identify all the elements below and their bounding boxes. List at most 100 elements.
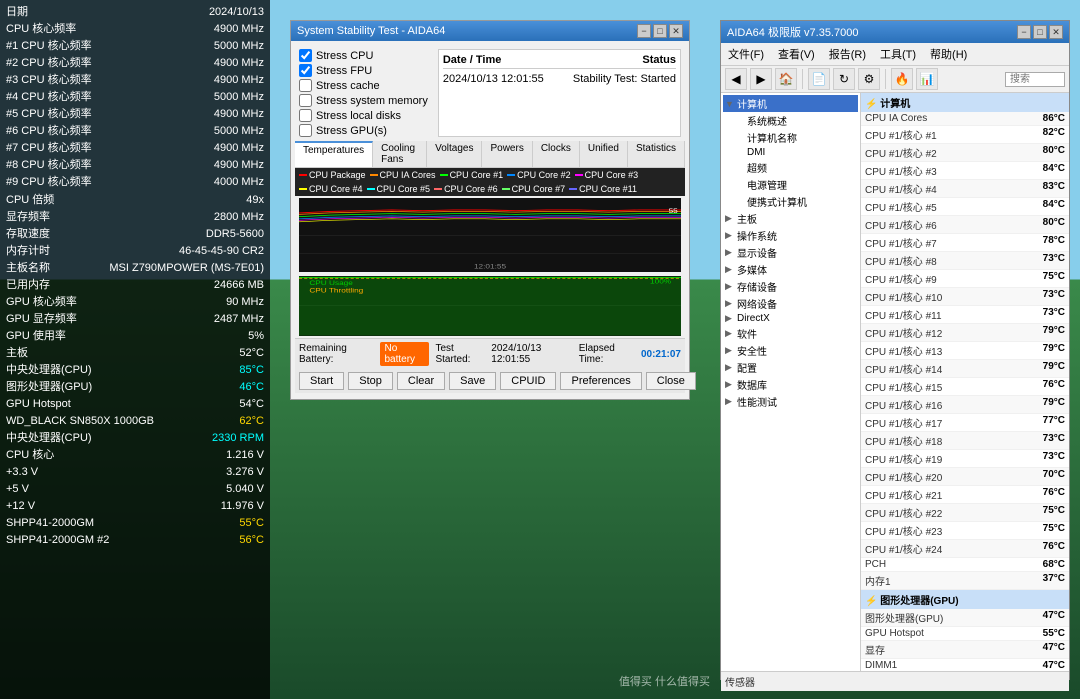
stress-checkbox[interactable] [299,79,312,92]
tree-item[interactable]: ▶多媒体 [723,261,858,278]
stress-option[interactable]: Stress FPU [299,64,428,77]
tree-expand-icon[interactable]: ▶ [725,345,735,356]
tree-expand-icon[interactable]: ▶ [725,247,735,258]
menu-item[interactable]: 报告(R) [826,45,869,63]
preferences-button[interactable]: Preferences [560,372,641,390]
toolbar-report-btn[interactable]: 📄 [808,68,830,90]
legend-label: CPU Core #6 [444,184,498,194]
save-button[interactable]: Save [449,372,496,390]
chart-tabs[interactable]: TemperaturesCooling FansVoltagesPowersCl… [295,141,685,168]
tree-expand-icon[interactable]: ▶ [725,298,735,309]
tree-item[interactable]: ▶软件 [723,325,858,342]
aida-minimize-button[interactable]: − [1017,25,1031,39]
aida-detail-row: CPU #1/核心 #384°C [861,162,1069,180]
tree-expand-icon[interactable]: ▶ [725,230,735,241]
chart-tab[interactable]: Clocks [533,141,580,167]
aida64-toolbar[interactable]: ◀ ▶ 🏠 📄 ↻ ⚙ 🔥 📊 [721,66,1069,93]
stress-option[interactable]: Stress CPU [299,49,428,62]
tree-expand-icon[interactable]: ▶ [725,362,735,373]
row-label: 中央处理器(CPU) [6,430,92,447]
tree-expand-icon[interactable]: ▶ [725,396,735,407]
stress-option[interactable]: Stress GPU(s) [299,124,428,137]
toolbar-forward-btn[interactable]: ▶ [750,68,772,90]
tree-item[interactable]: ▼计算机 [723,95,858,112]
tree-item[interactable]: 电源管理 [723,176,858,193]
toolbar-sensor-btn[interactable]: 📊 [916,68,938,90]
aida64-tree[interactable]: ▼计算机系统概述计算机名称DMI超频电源管理便携式计算机▶主板▶操作系统▶显示设… [721,93,861,671]
search-input[interactable] [1005,72,1065,87]
detail-name: CPU #1/核心 #13 [865,343,942,358]
chart-tab[interactable]: Cooling Fans [373,141,427,167]
chart-tab[interactable]: Temperatures [295,141,373,167]
menu-item[interactable]: 查看(V) [775,45,818,63]
stop-button[interactable]: Stop [348,372,393,390]
tree-expand-icon[interactable]: ▶ [725,379,735,390]
legend-color [299,188,307,190]
menu-item[interactable]: 工具(T) [877,45,919,63]
stress-option[interactable]: Stress system memory [299,94,428,107]
tree-item[interactable]: 系统概述 [723,112,858,129]
close-button[interactable]: Close [646,372,696,390]
close-button[interactable]: ✕ [669,24,683,38]
aida64-menubar[interactable]: 文件(F) 查看(V) 报告(R) 工具(T) 帮助(H) [721,43,1069,66]
cpu-usage-chart: 100% 0% CPU Usage CPU Throttling 100% [299,276,681,336]
legend-color [299,174,307,176]
tree-expand-icon[interactable]: ▼ [725,99,735,109]
stress-option[interactable]: Stress local disks [299,109,428,122]
stress-option[interactable]: Stress cache [299,79,428,92]
tree-expand-icon[interactable]: ▶ [725,213,735,224]
aida-maximize-button[interactable]: □ [1033,25,1047,39]
toolbar-settings-btn[interactable]: ⚙ [858,68,880,90]
aida-close-button[interactable]: ✕ [1049,25,1063,39]
left-panel-row: SHPP41-2000GM #256°C [6,532,264,549]
tree-item[interactable]: ▶DirectX [723,312,858,325]
tree-item[interactable]: ▶配置 [723,359,858,376]
toolbar-refresh-btn[interactable]: ↻ [833,68,855,90]
tree-expand-icon[interactable]: ▶ [725,328,735,339]
toolbar-cpu-btn[interactable]: 🔥 [891,68,913,90]
stability-test-window: System Stability Test - AIDA64 − □ ✕ Str… [290,20,690,400]
tree-expand-icon[interactable]: ▶ [725,313,735,324]
tree-expand-icon[interactable]: ▶ [725,264,735,275]
tree-item[interactable]: 便携式计算机 [723,193,858,210]
chart-tab[interactable]: Unified [580,141,628,167]
chart-tab[interactable]: Powers [482,141,532,167]
stress-checkbox[interactable] [299,109,312,122]
detail-value: 86°C [1043,113,1065,124]
row-value: 2330 RPM [212,430,264,447]
action-buttons[interactable]: StartStopClearSaveCPUIDPreferencesClose [295,369,685,393]
tree-item[interactable]: ▶操作系统 [723,227,858,244]
stress-checkbox[interactable] [299,49,312,62]
chart-tab[interactable]: Statistics [628,141,685,167]
tree-item[interactable]: ▶主板 [723,210,858,227]
aida-window-controls[interactable]: − □ ✕ [1017,25,1063,39]
tree-label: 安全性 [737,343,767,358]
chart-tab[interactable]: Voltages [427,141,482,167]
stress-checkbox[interactable] [299,94,312,107]
tree-label: 多媒体 [737,262,767,277]
toolbar-home-btn[interactable]: 🏠 [775,68,797,90]
toolbar-back-btn[interactable]: ◀ [725,68,747,90]
tree-item[interactable]: ▶性能测试 [723,393,858,410]
stability-window-controls[interactable]: − □ ✕ [637,24,683,38]
clear-button[interactable]: Clear [397,372,445,390]
menu-item[interactable]: 文件(F) [725,45,767,63]
tree-item[interactable]: ▶显示设备 [723,244,858,261]
stress-checkbox[interactable] [299,124,312,137]
tree-item[interactable]: ▶网络设备 [723,295,858,312]
maximize-button[interactable]: □ [653,24,667,38]
tree-label: 存储设备 [737,279,777,294]
tree-item[interactable]: ▶安全性 [723,342,858,359]
tree-expand-icon[interactable]: ▶ [725,281,735,292]
cpuid-button[interactable]: CPUID [500,372,556,390]
tree-item[interactable]: 超频 [723,159,858,176]
start-button[interactable]: Start [299,372,344,390]
tree-item[interactable]: DMI [723,146,858,159]
menu-item[interactable]: 帮助(H) [927,45,970,63]
stress-checkbox[interactable] [299,64,312,77]
detail-name: CPU #1/核心 #19 [865,451,942,466]
minimize-button[interactable]: − [637,24,651,38]
tree-item[interactable]: ▶数据库 [723,376,858,393]
tree-item[interactable]: 计算机名称 [723,129,858,146]
tree-item[interactable]: ▶存储设备 [723,278,858,295]
